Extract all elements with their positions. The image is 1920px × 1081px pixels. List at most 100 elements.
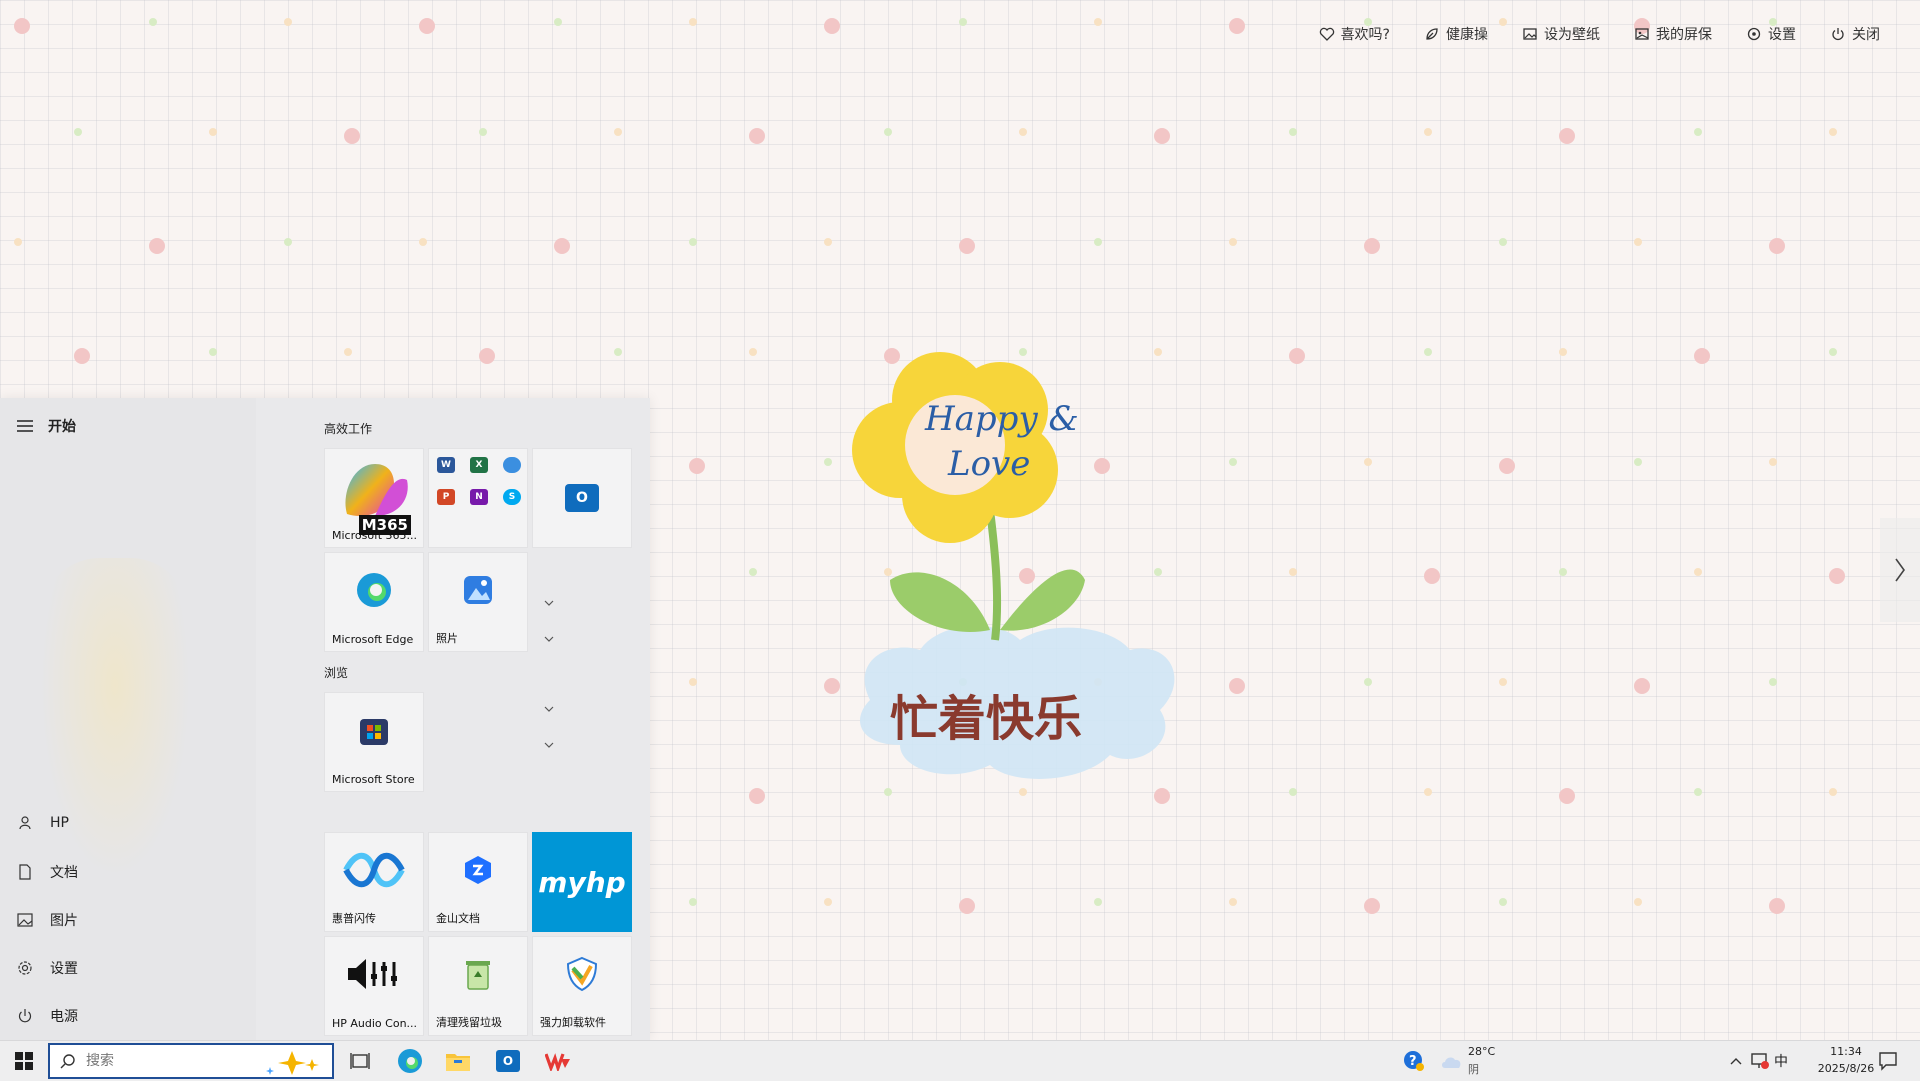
decorative-dot — [1364, 898, 1380, 914]
chevron-down-icon[interactable] — [542, 596, 556, 610]
chevron-up-icon — [1730, 1058, 1742, 1065]
tile-label: Microsoft Edge — [332, 633, 414, 646]
tile-microsoft-365[interactable]: M365 Microsoft 365... — [324, 448, 424, 548]
decorative-dot — [1229, 18, 1245, 34]
close-label: 关闭 — [1852, 27, 1880, 43]
tile-photos[interactable]: 照片 — [428, 552, 528, 652]
excel-icon: X — [470, 457, 488, 473]
decorative-dot — [1229, 238, 1237, 246]
start-title: 开始 — [48, 419, 76, 435]
decorative-dot — [1694, 348, 1710, 364]
decorative-dot — [1499, 898, 1507, 906]
decorative-dot — [1364, 678, 1372, 686]
ime-indicator[interactable]: 中 — [1774, 1051, 1788, 1071]
decorative-dot — [209, 128, 217, 136]
decorative-dot — [824, 18, 840, 34]
decorative-dot — [554, 238, 570, 254]
taskbar-outlook[interactable]: O — [494, 1047, 522, 1075]
tile-hp-audio-control[interactable]: HP Audio Con... — [324, 936, 424, 1036]
next-wallpaper-button[interactable] — [1880, 518, 1920, 622]
tile-microsoft-store[interactable]: Microsoft Store — [324, 692, 424, 792]
chevron-down-icon[interactable] — [542, 738, 556, 752]
decorative-dot — [959, 898, 975, 914]
start-menu-header[interactable]: 开始 — [16, 416, 76, 436]
taskbar-edge[interactable] — [396, 1047, 424, 1075]
hp-quickdrop-icon — [343, 853, 405, 888]
chevron-down-icon[interactable] — [542, 702, 556, 716]
search-input[interactable] — [84, 1052, 258, 1070]
cloud-icon — [1442, 1057, 1461, 1068]
onedrive-icon — [503, 457, 521, 473]
tray-network-status[interactable] — [1746, 1047, 1774, 1075]
tile-uninstaller[interactable]: 强力卸载软件 — [532, 936, 632, 1036]
decorative-dot — [884, 128, 892, 136]
tile-myhp[interactable]: myhp — [532, 832, 632, 932]
decorative-dot — [1769, 678, 1777, 686]
decorative-dot — [149, 238, 165, 254]
decorative-dot — [959, 18, 967, 26]
tile-cleaner[interactable]: 清理残留垃圾 — [428, 936, 528, 1036]
tray-help[interactable]: ? — [1400, 1047, 1428, 1075]
decorative-dot — [1829, 568, 1845, 584]
settings-button[interactable]: 设置 — [1746, 24, 1796, 44]
decorative-dot — [1229, 458, 1237, 466]
sparkle-icon — [266, 1051, 319, 1075]
group-label-productivity: 高效工作 — [324, 422, 373, 436]
sidebar-item-settings[interactable]: 设置 — [16, 958, 78, 978]
decorative-dot — [1694, 128, 1702, 136]
chevron-down-icon[interactable] — [542, 632, 556, 646]
decorative-dot — [14, 238, 22, 246]
my-screensaver-button[interactable]: 我的屏保 — [1634, 24, 1712, 44]
decorative-dot — [1424, 788, 1432, 796]
decorative-dot — [1829, 128, 1837, 136]
task-view-button[interactable] — [346, 1047, 374, 1075]
set-wallpaper-button[interactable]: 设为壁纸 — [1522, 24, 1600, 44]
decorative-dot — [419, 18, 435, 34]
tile-office-apps[interactable]: W X P N S — [428, 448, 528, 548]
powerpoint-icon: P — [437, 489, 455, 505]
exercise-button[interactable]: 健康操 — [1424, 24, 1488, 44]
decorative-dot — [1634, 238, 1642, 246]
decorative-dot — [1019, 128, 1027, 136]
outlook-icon: O — [565, 484, 599, 512]
heart-icon — [1319, 27, 1334, 41]
gear-icon — [1747, 27, 1761, 41]
decorative-dot — [344, 128, 360, 144]
taskbar-search-box[interactable] — [48, 1043, 334, 1079]
tile-kdocs[interactable]: 金山文档 — [428, 832, 528, 932]
decorative-dot — [1094, 898, 1102, 906]
tile-outlook[interactable]: O — [532, 448, 632, 548]
taskbar-wps[interactable] — [544, 1047, 572, 1075]
start-button[interactable] — [10, 1047, 38, 1075]
sidebar-item-pictures[interactable]: 图片 — [16, 910, 78, 930]
taskbar-file-explorer[interactable] — [444, 1047, 472, 1075]
like-label: 喜欢吗? — [1340, 27, 1390, 43]
sidebar-item-user[interactable]: HP — [16, 814, 69, 832]
notification-icon — [1879, 1052, 1897, 1071]
edge-icon — [398, 1049, 422, 1073]
like-button[interactable]: 喜欢吗? — [1319, 24, 1390, 44]
tile-hp-share[interactable]: 惠普闪传 — [324, 832, 424, 932]
sidebar-item-documents[interactable]: 文档 — [16, 862, 78, 882]
skype-icon: S — [503, 489, 521, 505]
decorative-dot — [824, 238, 832, 246]
svg-text:?: ? — [1409, 1054, 1417, 1069]
tile-label: 强力卸载软件 — [540, 1016, 606, 1029]
tile-label: Microsoft 365... — [332, 529, 418, 542]
decorative-dot — [1769, 898, 1785, 914]
decorative-dot — [824, 898, 832, 906]
close-button[interactable]: 关闭 — [1830, 24, 1880, 44]
decorative-dot — [1634, 458, 1642, 466]
decorative-dot — [1499, 678, 1507, 686]
notification-center-button[interactable] — [1874, 1047, 1902, 1075]
decorative-dot — [1769, 458, 1777, 466]
tray-weather[interactable] — [1438, 1047, 1466, 1075]
decorative-dot — [1364, 458, 1372, 466]
decorative-dot — [749, 788, 765, 804]
task-view-icon — [350, 1053, 370, 1069]
sidebar-item-power[interactable]: 电源 — [16, 1006, 78, 1026]
decorative-dot — [1694, 788, 1702, 796]
clock-time[interactable]: 11:34 — [1816, 1045, 1876, 1058]
weather-description: 阴 — [1468, 1063, 1479, 1076]
tile-microsoft-edge[interactable]: Microsoft Edge — [324, 552, 424, 652]
